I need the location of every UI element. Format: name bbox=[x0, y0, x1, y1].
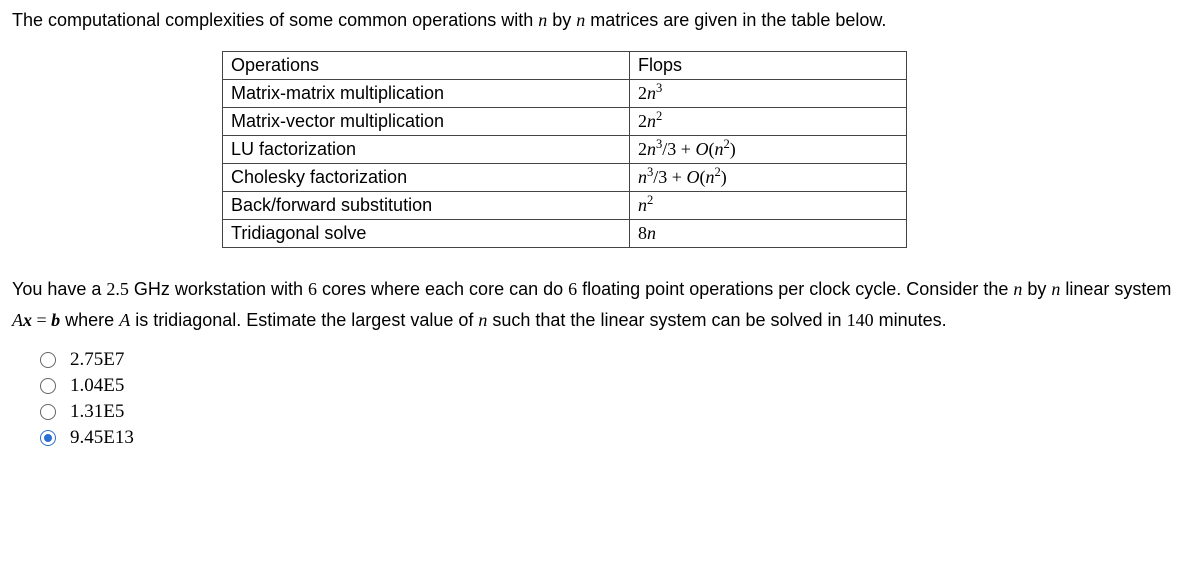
q-p4: floating point operations per clock cycl… bbox=[577, 279, 1013, 299]
q-A: A bbox=[12, 310, 23, 330]
q-eq: = bbox=[32, 310, 51, 330]
intro-n2: n bbox=[576, 10, 585, 30]
intro-by: by bbox=[547, 10, 576, 30]
q-p5: by bbox=[1022, 279, 1051, 299]
option-row[interactable]: 1.31E5 bbox=[40, 401, 1188, 423]
q-cores: 6 bbox=[308, 279, 317, 299]
radio-button[interactable] bbox=[40, 404, 56, 420]
option-label: 9.45E13 bbox=[70, 427, 134, 449]
op-cell: Cholesky factorization bbox=[223, 164, 630, 192]
op-cell: Matrix-vector multiplication bbox=[223, 108, 630, 136]
flops-cell: 2n3 bbox=[630, 80, 907, 108]
q-min: 140 bbox=[847, 310, 874, 330]
q-p6: linear system bbox=[1060, 279, 1171, 299]
q-ghz: 2.5 bbox=[106, 279, 129, 299]
flops-cell: 2n3/3 + O(n2) bbox=[630, 136, 907, 164]
option-row[interactable]: 1.04E5 bbox=[40, 375, 1188, 397]
op-cell: Back/forward substitution bbox=[223, 192, 630, 220]
intro-suffix: matrices are given in the table below. bbox=[585, 10, 886, 30]
radio-button[interactable] bbox=[40, 430, 56, 446]
table-row: Cholesky factorizationn3/3 + O(n2) bbox=[223, 164, 907, 192]
q-p10: minutes. bbox=[874, 310, 947, 330]
q-A2: A bbox=[119, 310, 130, 330]
intro-prefix: The computational complexities of some c… bbox=[12, 10, 538, 30]
flops-cell: n2 bbox=[630, 192, 907, 220]
op-cell: LU factorization bbox=[223, 136, 630, 164]
table-header-row: Operations Flops bbox=[223, 52, 907, 80]
table-row: Back/forward substitutionn2 bbox=[223, 192, 907, 220]
table-row: LU factorization2n3/3 + O(n2) bbox=[223, 136, 907, 164]
header-operations: Operations bbox=[223, 52, 630, 80]
q-p1: You have a bbox=[12, 279, 106, 299]
op-cell: Tridiagonal solve bbox=[223, 220, 630, 248]
intro-text: The computational complexities of some c… bbox=[12, 8, 1188, 33]
radio-button[interactable] bbox=[40, 378, 56, 394]
complexity-table: Operations Flops Matrix-matrix multiplic… bbox=[222, 51, 907, 248]
radio-button[interactable] bbox=[40, 352, 56, 368]
table-row: Matrix-matrix multiplication2n3 bbox=[223, 80, 907, 108]
q-p7: where bbox=[60, 310, 119, 330]
intro-n1: n bbox=[538, 10, 547, 30]
option-row[interactable]: 9.45E13 bbox=[40, 427, 1188, 449]
q-b: b bbox=[51, 310, 60, 330]
q-fpc: 6 bbox=[568, 279, 577, 299]
q-p9: such that the linear system can be solve… bbox=[487, 310, 846, 330]
q-p2: GHz workstation with bbox=[129, 279, 308, 299]
option-label: 2.75E7 bbox=[70, 349, 124, 371]
q-p3: cores where each core can do bbox=[317, 279, 568, 299]
option-label: 1.31E5 bbox=[70, 401, 124, 423]
option-row[interactable]: 2.75E7 bbox=[40, 349, 1188, 371]
q-x: x bbox=[23, 310, 32, 330]
option-label: 1.04E5 bbox=[70, 375, 124, 397]
flops-cell: n3/3 + O(n2) bbox=[630, 164, 907, 192]
table-row: Tridiagonal solve8n bbox=[223, 220, 907, 248]
table-row: Matrix-vector multiplication2n2 bbox=[223, 108, 907, 136]
op-cell: Matrix-matrix multiplication bbox=[223, 80, 630, 108]
flops-cell: 2n2 bbox=[630, 108, 907, 136]
answer-options: 2.75E7 1.04E5 1.31E5 9.45E13 bbox=[40, 349, 1188, 449]
question-text: You have a 2.5 GHz workstation with 6 co… bbox=[12, 274, 1188, 335]
flops-cell: 8n bbox=[630, 220, 907, 248]
q-p8: is tridiagonal. Estimate the largest val… bbox=[130, 310, 478, 330]
header-flops: Flops bbox=[630, 52, 907, 80]
